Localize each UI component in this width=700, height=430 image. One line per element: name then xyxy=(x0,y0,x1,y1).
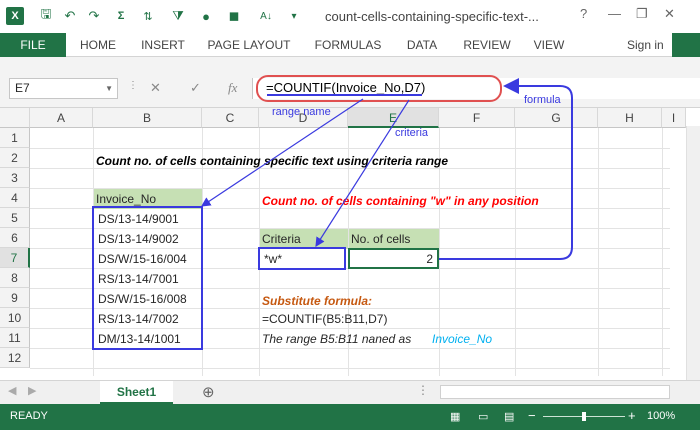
tab-nav-next-icon[interactable]: ▶ xyxy=(28,384,36,397)
shape-icon[interactable]: ◼ xyxy=(226,7,242,25)
name-box[interactable]: E7 ▼ xyxy=(9,78,118,99)
row-header-2[interactable]: 2 xyxy=(0,148,30,168)
row-header-6[interactable]: 6 xyxy=(0,228,30,248)
help-icon[interactable]: ? xyxy=(580,6,587,21)
count-title[interactable]: Count no. of cells containing "w" in any… xyxy=(260,191,539,211)
title-bar: X 🖫 ↶ ↷ Σ ⇅ ⧩ ● ◼ A↓ ▾ count-cells-conta… xyxy=(0,0,700,33)
sheet-tab-bar: ◀ ▶ Sheet1 ⊕ ⋮ xyxy=(0,380,700,405)
row-header-5[interactable]: 5 xyxy=(0,208,30,228)
more-icon: ⋮ xyxy=(128,80,138,91)
qat-more-icon[interactable]: ▾ xyxy=(286,7,302,25)
cancel-icon[interactable]: ✕ xyxy=(150,80,161,96)
sign-in-link[interactable]: Sign in xyxy=(627,33,664,57)
zoom-in-icon[interactable]: + xyxy=(628,408,636,423)
filter-icon[interactable]: ⧩ xyxy=(170,7,186,25)
name-box-value: E7 xyxy=(15,81,30,95)
zoom-slider-thumb[interactable] xyxy=(582,412,586,421)
save-icon[interactable]: 🖫 xyxy=(38,6,54,25)
horizontal-scrollbar[interactable] xyxy=(440,385,670,399)
formula-label: formula xyxy=(524,94,561,106)
sort-icon[interactable]: ⇅ xyxy=(140,7,156,25)
chevron-down-icon[interactable]: ▼ xyxy=(105,79,113,98)
criteria-callout-box xyxy=(258,247,346,270)
gridline xyxy=(30,368,670,369)
autosum-icon[interactable]: Σ xyxy=(112,7,130,25)
enter-icon[interactable]: ✓ xyxy=(190,80,201,96)
tab-splitter-icon[interactable]: ⋮ xyxy=(417,383,429,397)
substitute-formula[interactable]: =COUNTIF(B5:B11,D7) xyxy=(260,309,387,329)
gridline xyxy=(515,128,516,376)
row-header-9[interactable]: 9 xyxy=(0,288,30,308)
column-header-h[interactable]: H xyxy=(598,108,662,128)
column-header-a[interactable]: A xyxy=(30,108,93,128)
close-icon[interactable]: ✕ xyxy=(664,6,675,22)
sheet-tab-sheet1[interactable]: Sheet1 xyxy=(100,381,173,405)
minimize-icon[interactable]: — xyxy=(608,6,621,21)
sort-ascending-icon[interactable]: A↓ xyxy=(258,7,274,25)
row-header-1[interactable]: 1 xyxy=(0,128,30,148)
tab-view[interactable]: VIEW xyxy=(526,33,572,57)
row-header-11[interactable]: 11 xyxy=(0,328,30,348)
select-all-corner[interactable] xyxy=(0,108,30,128)
tab-file[interactable]: FILE xyxy=(0,33,66,57)
column-header-g[interactable]: G xyxy=(515,108,598,128)
excel-logo-icon: X xyxy=(6,7,24,25)
column-header-f[interactable]: F xyxy=(439,108,515,128)
page-layout-view-icon[interactable]: ▭ xyxy=(478,410,488,423)
row-header-3[interactable]: 3 xyxy=(0,168,30,188)
active-cell-frame xyxy=(348,248,439,269)
gridline xyxy=(30,148,670,149)
column-header-i[interactable]: I xyxy=(662,108,686,128)
gridline xyxy=(598,128,599,376)
restore-icon[interactable]: ❐ xyxy=(636,6,648,22)
formula-highlight-oval xyxy=(256,75,502,102)
zoom-level[interactable]: 100% xyxy=(647,410,675,422)
criteria-label: criteria xyxy=(395,127,429,139)
sheet-heading[interactable]: Count no. of cells containing specific t… xyxy=(94,151,448,171)
tab-formulas[interactable]: FORMULAS xyxy=(308,33,388,57)
tab-nav-prev-icon[interactable]: ◀ xyxy=(8,384,16,397)
tab-page-layout[interactable]: PAGE LAYOUT xyxy=(200,33,298,57)
redo-icon[interactable]: ↷ xyxy=(86,7,102,25)
add-sheet-icon[interactable]: ⊕ xyxy=(202,383,215,401)
column-header-c[interactable]: C xyxy=(202,108,259,128)
status-bar: READY ▦ ▭ ▤ − + 100% xyxy=(0,404,700,430)
status-text: READY xyxy=(10,410,48,422)
range-name-text[interactable]: Invoice_No xyxy=(430,329,492,349)
document-title: count-cells-containing-specific-text-... xyxy=(325,9,539,24)
row-header-4[interactable]: 4 xyxy=(0,188,30,208)
normal-view-icon[interactable]: ▦ xyxy=(450,410,460,423)
vertical-scrollbar[interactable] xyxy=(686,126,700,380)
criteria-header-cell[interactable]: Criteria xyxy=(260,229,348,249)
row-header-8[interactable]: 8 xyxy=(0,268,30,288)
substitute-label[interactable]: Substitute formula: xyxy=(260,291,372,311)
color-icon[interactable]: ● xyxy=(198,7,214,25)
row-header-7[interactable]: 7 xyxy=(0,248,30,268)
worksheet-grid[interactable]: A B C D E F G H I 1 2 3 4 5 6 7 8 9 10 1… xyxy=(0,106,700,376)
gridline xyxy=(662,128,663,376)
column-header-b[interactable]: B xyxy=(93,108,202,128)
zoom-out-icon[interactable]: − xyxy=(528,408,536,423)
ribbon-display-options[interactable] xyxy=(672,33,700,57)
range-callout-box xyxy=(92,206,203,350)
ribbon-tabs: FILE HOME INSERT PAGE LAYOUT FORMULAS DA… xyxy=(0,33,700,57)
range-name-label: range name xyxy=(272,106,331,118)
tab-review[interactable]: REVIEW xyxy=(456,33,518,57)
insert-function-icon[interactable]: fx xyxy=(228,80,237,96)
tab-data[interactable]: DATA xyxy=(396,33,448,57)
tab-home[interactable]: HOME xyxy=(70,33,126,57)
row-header-10[interactable]: 10 xyxy=(0,308,30,328)
page-break-view-icon[interactable]: ▤ xyxy=(504,410,514,423)
range-note[interactable]: The range B5:B11 naned as xyxy=(260,329,411,349)
formula-bar-area: E7 ▼ ⋮ ✕ ✓ fx =COUNTIF(Invoice_No,D7) xyxy=(0,57,700,108)
row-header-12[interactable]: 12 xyxy=(0,348,30,368)
result-header-cell[interactable]: No. of cells xyxy=(349,229,439,249)
tab-insert[interactable]: INSERT xyxy=(132,33,194,57)
undo-icon[interactable]: ↶ xyxy=(62,7,78,25)
